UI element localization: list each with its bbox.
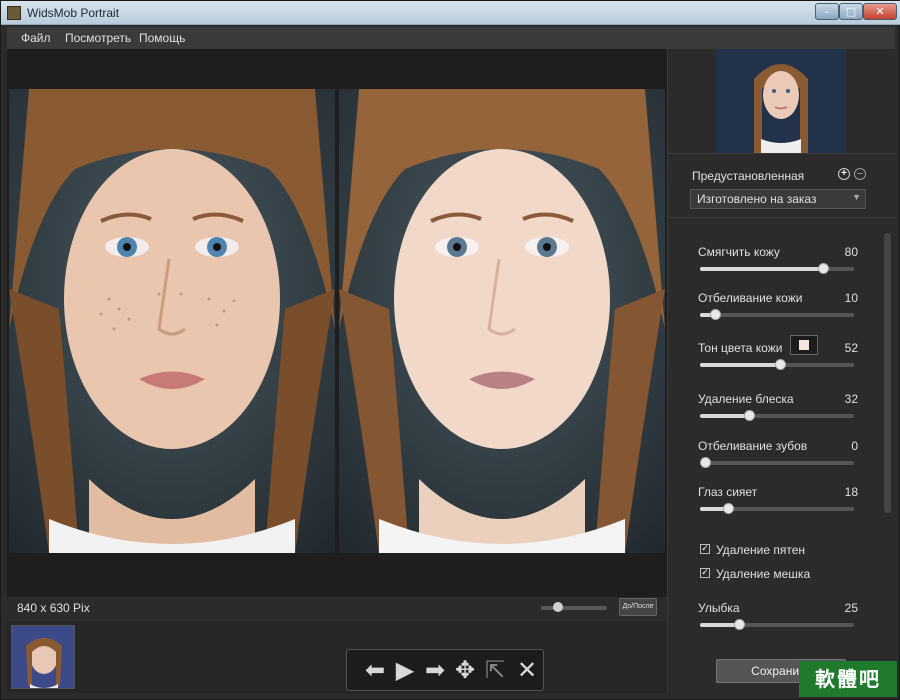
slider-fill — [700, 267, 824, 271]
status-bar: 840 x 630 Pix До/После — [7, 597, 667, 621]
move-icon[interactable]: ✥ — [451, 656, 479, 684]
remove-preset-icon[interactable]: – — [854, 168, 866, 180]
slider-track[interactable] — [699, 457, 854, 468]
menu-help[interactable]: Помощь — [139, 31, 185, 45]
slider-track[interactable] — [700, 410, 854, 421]
preview-image — [716, 49, 846, 153]
slider-label: Отбеливание зубов — [698, 439, 808, 453]
play-icon[interactable]: ▶ — [391, 656, 419, 684]
slider-row: Отбеливание кожи 10 — [698, 291, 858, 331]
zoom-slider-thumb[interactable] — [553, 602, 563, 612]
slider-value: 0 — [851, 439, 858, 453]
slider-track[interactable] — [700, 503, 854, 514]
minimize-button[interactable]: – — [815, 3, 839, 20]
arrow-left-icon[interactable]: ⬅ — [361, 656, 389, 684]
slider-label: Тон цвета кожи — [698, 341, 783, 355]
after-photo — [339, 89, 665, 553]
chevron-down-icon: ▼ — [852, 192, 861, 202]
maximize-button[interactable]: □ — [839, 3, 863, 20]
slider-thumb[interactable] — [818, 263, 830, 274]
checkbox-label: Удаление мешка — [716, 567, 811, 581]
checkbox-label: Удаление пятен — [716, 543, 806, 557]
slider-label: Смягчить кожу — [698, 245, 780, 259]
export-icon[interactable]: ⇱ — [481, 656, 509, 684]
skin-color-swatch[interactable] — [790, 335, 818, 355]
zoom-slider-track[interactable] — [541, 606, 607, 610]
checkbox-icon[interactable]: ✓ — [700, 544, 710, 554]
app-window: WidsMob Portrait – □ ✕ Файл Посмотреть П… — [0, 0, 900, 700]
add-preset-icon[interactable]: + — [838, 168, 850, 180]
slider-track[interactable] — [700, 309, 854, 320]
bottom-toolbar: ⬅ ▶ ➡ ✥ ⇱ ✕ — [346, 649, 544, 691]
slider-thumb[interactable] — [699, 457, 711, 468]
slider-thumb[interactable] — [775, 359, 787, 370]
close-icon[interactable]: ✕ — [513, 656, 541, 684]
panel-divider — [668, 153, 896, 154]
before-after-button[interactable]: До/После — [619, 598, 657, 616]
slider-track[interactable] — [700, 263, 854, 274]
slider-fill — [700, 363, 781, 367]
slider-fill — [700, 623, 739, 627]
slider-row: Глаз сияет 18 — [698, 485, 858, 525]
slider-label: Глаз сияет — [698, 485, 758, 499]
slider-thumb[interactable] — [722, 503, 734, 514]
slider-row: Тон цвета кожи 52 — [698, 335, 858, 381]
slider-value: 10 — [844, 291, 858, 305]
slider-row: Отбеливание зубов 0 — [698, 439, 858, 479]
window-title: WidsMob Portrait — [27, 6, 120, 20]
site-watermark: 軟體吧 — [799, 661, 897, 697]
slider-value: 32 — [844, 392, 858, 406]
menu-view[interactable]: Посмотреть — [65, 31, 131, 45]
swatch-color — [799, 340, 809, 350]
slider-thumb[interactable] — [733, 619, 745, 630]
menu-bar: Файл Посмотреть Помощь — [7, 27, 895, 49]
panel-divider — [668, 217, 896, 218]
arrow-right-icon[interactable]: ➡ — [421, 656, 449, 684]
slider-row: Удаление блеска 32 — [698, 392, 858, 432]
slider-value: 52 — [844, 341, 858, 355]
photo-thumbnail[interactable] — [11, 625, 75, 689]
image-dimensions: 840 x 630 Pix — [17, 601, 90, 615]
slider-label: Отбеливание кожи — [698, 291, 803, 305]
slider-value: 80 — [844, 245, 858, 259]
panel-scrollbar[interactable] — [884, 233, 891, 513]
app-icon — [7, 6, 21, 20]
slider-value: 18 — [844, 485, 858, 499]
slider-row: Улыбка 25 — [698, 601, 858, 641]
slider-label: Улыбка — [698, 601, 740, 615]
adjustment-panel: Предустановленная + – Изготовлено на зак… — [667, 49, 896, 693]
before-photo — [9, 89, 335, 553]
preset-value: Изготовлено на заказ — [697, 192, 817, 206]
close-window-button[interactable]: ✕ — [863, 3, 897, 20]
slider-fill — [700, 414, 750, 418]
slider-track[interactable] — [700, 619, 854, 630]
menu-file[interactable]: Файл — [21, 31, 51, 45]
film-strip — [7, 621, 667, 693]
slider-thumb[interactable] — [710, 309, 722, 320]
checkbox-icon[interactable]: ✓ — [700, 568, 710, 578]
title-bar: WidsMob Portrait – □ ✕ — [1, 1, 900, 25]
slider-thumb[interactable] — [744, 410, 756, 421]
preset-label: Предустановленная — [692, 169, 805, 183]
slider-label: Удаление блеска — [698, 392, 794, 406]
slider-track[interactable] — [700, 359, 854, 370]
photo-canvas[interactable] — [7, 49, 667, 597]
slider-value: 25 — [844, 601, 858, 615]
slider-row: Смягчить кожу 80 — [698, 245, 858, 285]
preset-dropdown[interactable]: Изготовлено на заказ ▼ — [690, 189, 866, 209]
